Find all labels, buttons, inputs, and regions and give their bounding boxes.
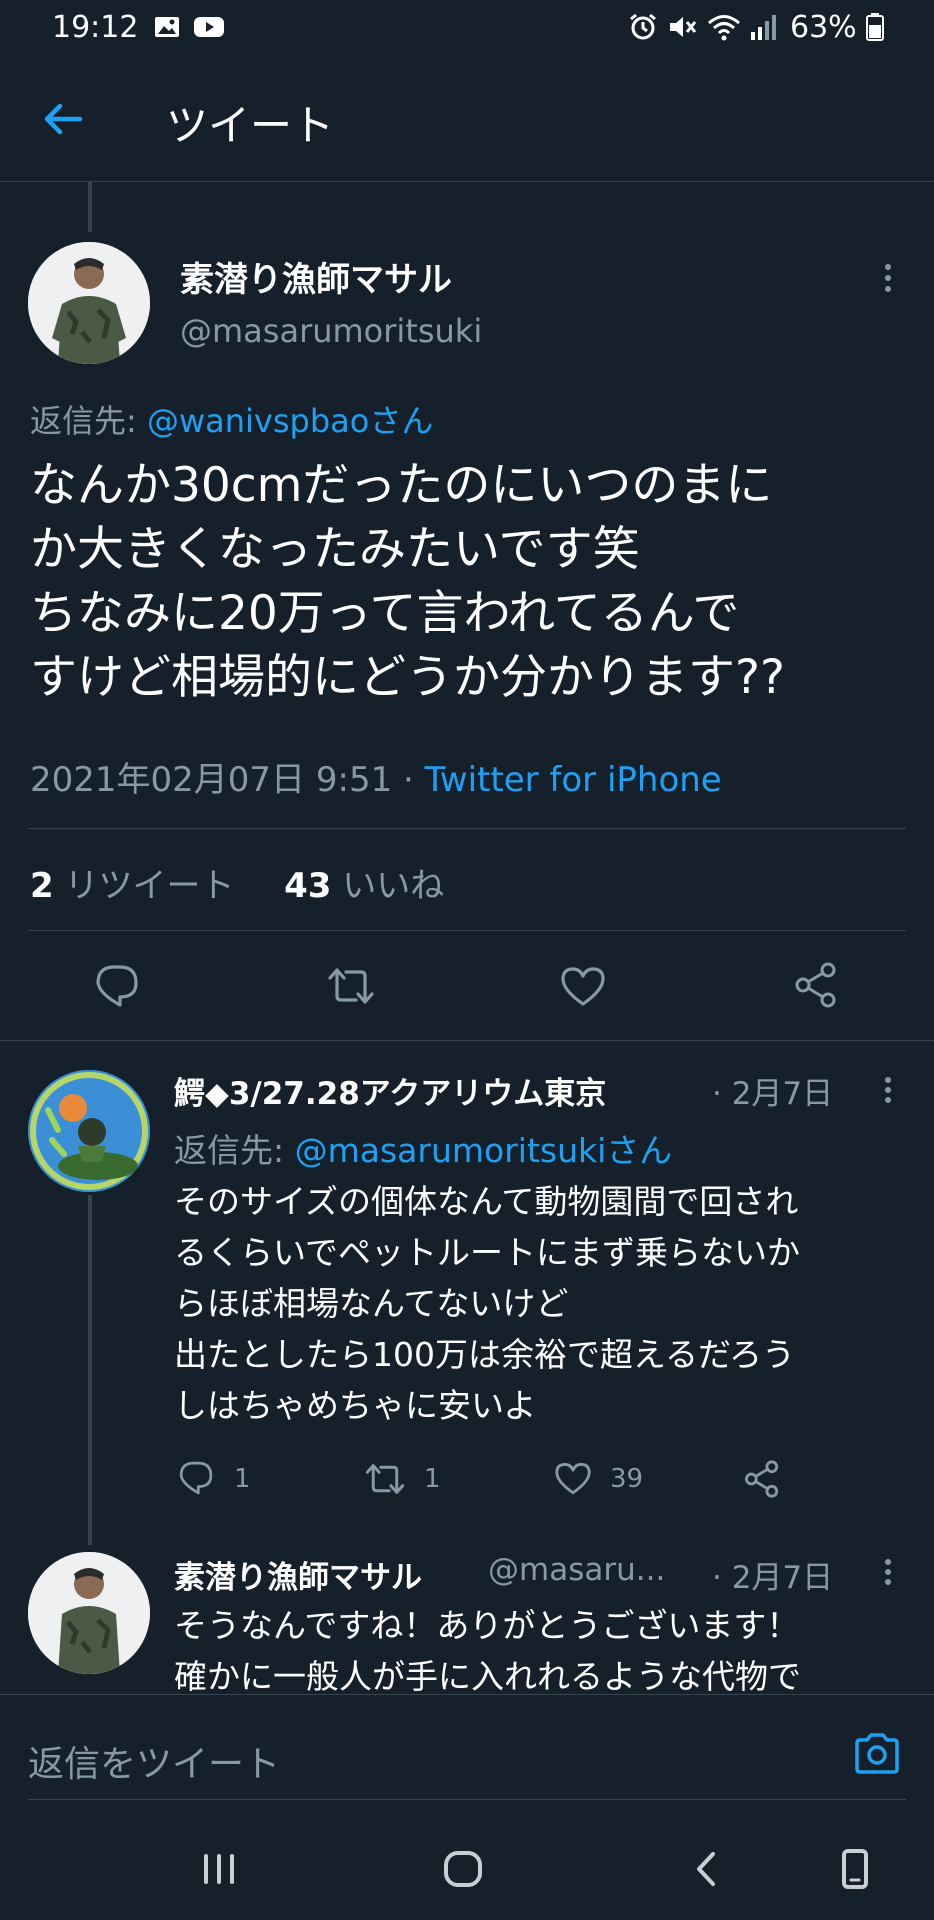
page-title: ツイート — [166, 101, 335, 150]
screen-rotate-icon[interactable] — [830, 1844, 880, 1894]
reply-text-line: るくらいでペットルートにまず乗らないか — [174, 1233, 801, 1272]
avatar[interactable] — [28, 1552, 150, 1674]
author-name[interactable]: 素潜り漁師マサル — [180, 252, 452, 301]
reply-text: そうなんですね！ありがとうございます！ 確かに一般人が手に入れれるような代物で — [174, 1600, 914, 1702]
battery-percent: 63% — [790, 10, 857, 45]
tweet-timestamp: 2021年02月07日 9:51 · — [30, 760, 425, 800]
tweet-source-link[interactable]: Twitter for iPhone — [425, 760, 722, 800]
home-icon[interactable] — [438, 1844, 488, 1894]
like-count: 39 — [610, 1464, 644, 1494]
reply-text-line: らほぼ相場なんてないけど — [174, 1284, 569, 1323]
compose-underline — [28, 1799, 906, 1800]
android-nav-bar — [0, 1814, 934, 1920]
alarm-icon — [630, 13, 656, 40]
tweet-text-line: すけど相場的にどうか分かります?? — [30, 650, 785, 705]
reply-icon[interactable] — [178, 1460, 214, 1496]
signal-icon — [751, 15, 776, 40]
divider — [0, 1040, 934, 1041]
reply-author-handle[interactable]: @masaru... — [488, 1552, 665, 1588]
retweet-count: 1 — [424, 1464, 441, 1494]
status-time: 19:12 — [52, 10, 139, 45]
compose-bar: 返信をツイート — [0, 1694, 934, 1814]
reply-to-label: 返信先: — [174, 1131, 295, 1170]
reply-author-name[interactable]: 鰐◆3/27.28アクアリウム東京 — [174, 1068, 606, 1113]
reply-date[interactable]: · 2月7日 — [712, 1068, 833, 1113]
reply-icon[interactable] — [94, 964, 140, 1008]
back-nav-icon[interactable] — [682, 1844, 732, 1894]
tweet-text-line: なんか30cmだったのにいつのまに — [30, 458, 773, 513]
battery-icon — [866, 13, 884, 41]
like-icon[interactable] — [560, 966, 606, 1008]
more-options-icon[interactable] — [873, 1074, 903, 1114]
status-bar: 19:12 63% — [0, 0, 934, 56]
share-icon[interactable] — [794, 962, 838, 1008]
reply-count: 1 — [234, 1464, 251, 1494]
wifi-icon — [708, 15, 740, 41]
reply-to: 返信先: @wanivspbaoさん — [30, 396, 433, 442]
tweet-stats: 2 リツイート 43 いいね — [30, 858, 444, 907]
like-icon[interactable] — [554, 1462, 592, 1496]
image-notification-icon — [155, 17, 179, 37]
mute-icon — [670, 17, 697, 37]
more-options-icon[interactable] — [873, 258, 903, 298]
retweet-label: リツイート — [53, 866, 235, 906]
tweet-meta: 2021年02月07日 9:51 · Twitter for iPhone — [30, 752, 722, 801]
avatar[interactable] — [28, 1070, 150, 1192]
likes-stat[interactable]: 43 いいね — [284, 866, 444, 906]
avatar-image — [28, 242, 150, 364]
tweet-text-line: ちなみに20万って言われてるんで — [30, 586, 740, 641]
camera-icon[interactable] — [852, 1729, 902, 1779]
recent-apps-icon[interactable] — [194, 1844, 244, 1894]
tweet-text-line: か大きくなったみたいです笑 — [30, 522, 640, 577]
avatar-image — [28, 1552, 150, 1674]
avatar-image — [28, 1070, 150, 1192]
back-arrow-icon[interactable] — [38, 94, 88, 144]
reply-to: 返信先: @masarumoritsukiさん — [174, 1124, 672, 1172]
more-options-icon[interactable] — [873, 1556, 903, 1596]
reply-mention-link[interactable]: @masarumoritsukiさん — [295, 1131, 673, 1170]
thread-connector — [88, 1195, 92, 1545]
reply-to-label: 返信先: — [30, 402, 147, 440]
retweet-icon[interactable] — [364, 1462, 406, 1496]
retweet-count: 2 — [30, 866, 54, 906]
reply-compose-input[interactable]: 返信をツイート — [28, 1735, 280, 1787]
youtube-notification-icon — [194, 17, 224, 37]
reply-mention-link[interactable]: @wanivspbaoさん — [147, 402, 433, 440]
like-label: いいね — [331, 866, 445, 906]
reply-text-line: そのサイズの個体なんて動物園間で回され — [174, 1182, 799, 1221]
divider — [28, 828, 906, 829]
reply-text-line: 出たとしたら100万は余裕で超えるだろう — [174, 1335, 796, 1374]
share-icon[interactable] — [744, 1460, 780, 1498]
avatar[interactable] — [28, 242, 150, 364]
app-header: ツイート — [0, 56, 934, 182]
retweets-stat[interactable]: 2 リツイート — [30, 866, 234, 906]
reply-text-line: しはちゃめちゃに安いよ — [174, 1386, 537, 1425]
reply-date[interactable]: · 2月7日 — [712, 1552, 833, 1597]
like-count: 43 — [284, 866, 332, 906]
thread-connector — [88, 182, 92, 232]
divider — [28, 930, 906, 931]
reply-author-name[interactable]: 素潜り漁師マサル — [174, 1552, 422, 1597]
tweet-text: なんか30cmだったのにいつのまに か大きくなったみたいです笑 ちなみに20万っ… — [30, 454, 910, 710]
reply-text: そのサイズの個体なんて動物園間で回され るくらいでペットルートにまず乗らないか … — [174, 1176, 914, 1431]
retweet-icon[interactable] — [326, 966, 376, 1006]
author-handle[interactable]: @masarumoritsuki — [180, 312, 482, 350]
reply-text-line: そうなんですね！ありがとうございます！ — [174, 1606, 800, 1645]
